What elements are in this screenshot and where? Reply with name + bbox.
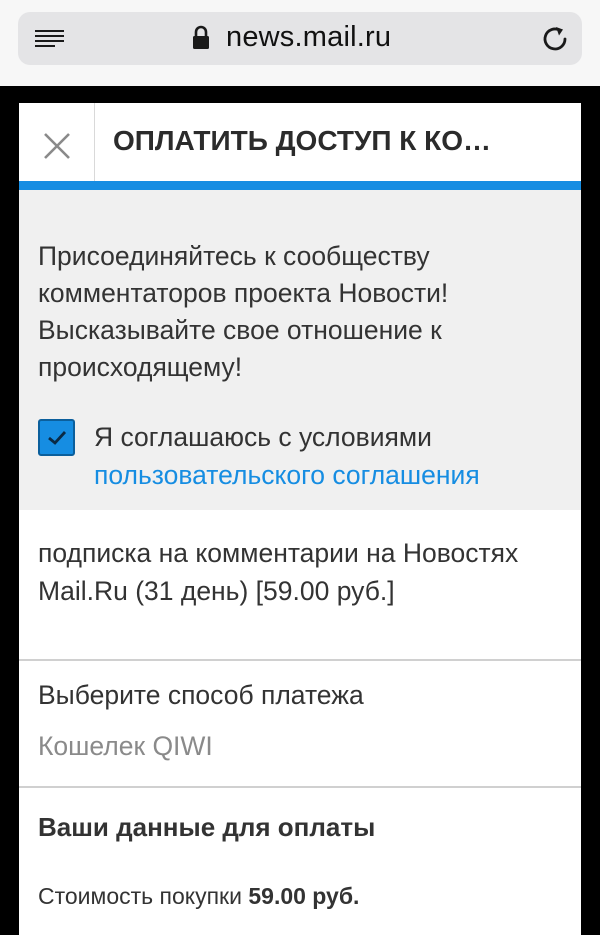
cost-value: 59.00 руб.: [248, 883, 360, 909]
reload-icon[interactable]: [540, 24, 570, 54]
payment-data-title: Ваши данные для оплаты: [38, 812, 376, 842]
payment-method-label: Выберите способ платежа: [38, 680, 364, 710]
intro-text: Присоединяйтесь к сообществу комментатор…: [38, 241, 449, 382]
purchase-cost: Стоимость покупки 59.00 руб.: [38, 883, 359, 910]
payment-method-select[interactable]: Выберите способ платежа Кошелек QIWI: [19, 661, 581, 788]
payment-method-value: Кошелек QIWI: [38, 731, 213, 761]
subscription-row[interactable]: подписка на комментарии на Новостях Mail…: [19, 510, 581, 661]
agreement-checkbox[interactable]: [38, 419, 75, 456]
payment-dialog: ОПЛАТИТЬ ДОСТУП К КО… Присоединяйтесь к …: [19, 103, 581, 935]
menu-icon[interactable]: [35, 30, 64, 48]
address-bar[interactable]: news.mail.ru: [18, 12, 582, 65]
intro-section: Присоединяйтесь к сообществу комментатор…: [19, 190, 581, 510]
accent-bar: [19, 181, 581, 190]
cost-label: Стоимость покупки: [38, 883, 242, 909]
close-button[interactable]: [19, 103, 95, 181]
url-text: news.mail.ru: [226, 21, 392, 53]
subscription-text: подписка на комментарии на Новостях Mail…: [38, 538, 519, 606]
agreement-label: Я соглашаюсь с условиями: [94, 422, 432, 452]
agreement-text: Я соглашаюсь с условиями пользовательско…: [94, 418, 564, 494]
lock-icon: [192, 25, 210, 50]
user-agreement-link[interactable]: пользовательского соглашения: [94, 460, 480, 490]
close-icon: [44, 133, 70, 159]
checkmark-icon: [48, 431, 67, 445]
dialog-title: ОПЛАТИТЬ ДОСТУП К КО…: [113, 125, 492, 156]
dialog-header: ОПЛАТИТЬ ДОСТУП К КО…: [19, 103, 581, 181]
browser-bar: news.mail.ru: [0, 0, 600, 86]
